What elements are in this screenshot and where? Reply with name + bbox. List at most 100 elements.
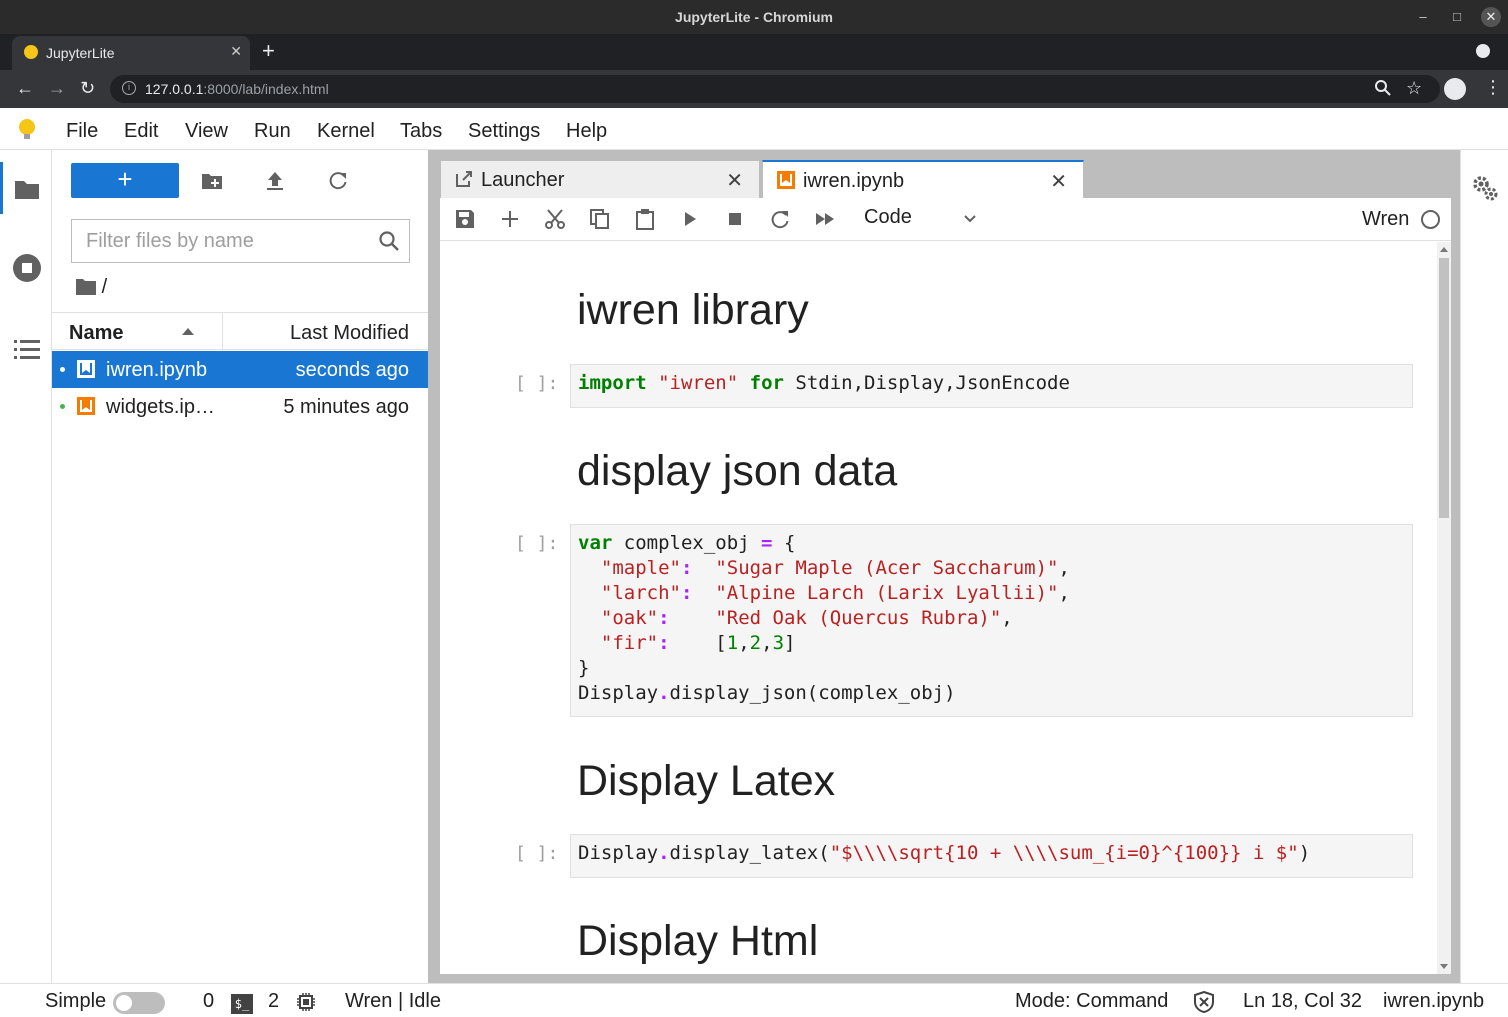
breadcrumb-root[interactable]: / bbox=[102, 276, 108, 298]
url-path: :8000/lab/index.html bbox=[203, 81, 329, 97]
kernel-status-text[interactable]: Wren | Idle bbox=[345, 990, 441, 1013]
copy-icon[interactable] bbox=[589, 208, 611, 230]
maximize-icon[interactable]: □ bbox=[1447, 7, 1467, 27]
column-divider[interactable] bbox=[222, 313, 223, 351]
notebook-mode[interactable]: Mode: Command bbox=[1015, 990, 1168, 1013]
jupyterlite-favicon-icon bbox=[24, 45, 38, 59]
paste-icon[interactable] bbox=[634, 208, 656, 230]
save-icon[interactable] bbox=[454, 208, 476, 230]
file-modified: seconds ago bbox=[295, 359, 409, 381]
tab-iwren-notebook[interactable]: iwren.ipynb ✕ bbox=[762, 160, 1084, 199]
code-cell-json[interactable]: var complex_obj = { "maple": "Sugar Mapl… bbox=[570, 524, 1413, 717]
back-arrow-icon[interactable]: ← bbox=[16, 78, 34, 99]
close-window-icon[interactable]: ✕ bbox=[1481, 7, 1501, 27]
folder-icon[interactable] bbox=[14, 178, 40, 200]
close-tab-icon[interactable]: ✕ bbox=[1050, 169, 1067, 194]
column-header-name[interactable]: Name bbox=[69, 322, 123, 345]
scrollbar-thumb[interactable] bbox=[1439, 258, 1449, 518]
file-row-iwren[interactable]: iwren.ipynb seconds ago bbox=[52, 351, 428, 388]
jupyterlite-logo-icon bbox=[19, 119, 35, 139]
property-inspector-gears-icon[interactable] bbox=[1471, 174, 1499, 202]
close-tab-icon[interactable]: ✕ bbox=[726, 168, 743, 193]
breadcrumb[interactable]: / bbox=[76, 276, 107, 299]
code-cell-latex[interactable]: Display.display_latex("$\\\\sqrt{10 + \\… bbox=[570, 834, 1413, 878]
new-launcher-button[interactable]: + bbox=[71, 163, 179, 198]
main-dock-area: Launcher ✕ iwren.ipynb ✕ Code Wren iwren… bbox=[440, 150, 1460, 983]
minimize-icon[interactable]: – bbox=[1413, 7, 1433, 27]
running-sessions-icon[interactable] bbox=[12, 253, 42, 283]
simple-mode-toggle[interactable] bbox=[113, 992, 165, 1014]
trust-shield-icon[interactable] bbox=[1193, 991, 1215, 1013]
file-filter-input[interactable] bbox=[73, 221, 363, 261]
upload-icon[interactable] bbox=[264, 170, 286, 192]
terminal-count[interactable]: 0 bbox=[203, 990, 214, 1013]
browser-menu-icon[interactable]: ⋮ bbox=[1484, 77, 1502, 98]
running-dot-icon bbox=[60, 367, 65, 372]
tab-search-icon[interactable] bbox=[1476, 44, 1490, 58]
new-folder-icon[interactable] bbox=[201, 170, 223, 192]
tab-label: iwren.ipynb bbox=[803, 170, 905, 192]
menu-help[interactable]: Help bbox=[566, 120, 607, 143]
notebook-panel: Code Wren iwren library [ ]: import "iwr… bbox=[440, 198, 1451, 974]
file-list-header: Name Last Modified bbox=[52, 312, 428, 351]
current-filename[interactable]: iwren.ipynb bbox=[1383, 990, 1484, 1013]
left-sidebar-strip bbox=[0, 150, 52, 983]
close-tab-icon[interactable]: ✕ bbox=[230, 43, 242, 60]
cell-type-select[interactable]: Code bbox=[864, 206, 912, 229]
cell-prompt: [ ]: bbox=[515, 533, 559, 554]
menu-view[interactable]: View bbox=[185, 120, 228, 143]
status-bar: Simple 0 $_ 2 Wren | Idle Mode: Command … bbox=[0, 983, 1508, 1017]
terminal-icon[interactable]: $_ bbox=[231, 994, 253, 1014]
forward-arrow-icon[interactable]: → bbox=[48, 78, 66, 99]
file-filter-box bbox=[71, 219, 410, 263]
table-of-contents-icon[interactable] bbox=[14, 338, 40, 360]
notebook-file-icon bbox=[77, 397, 95, 415]
bookmark-star-icon[interactable]: ☆ bbox=[1406, 78, 1422, 99]
kernel-chip-icon[interactable] bbox=[296, 992, 316, 1012]
menu-run[interactable]: Run bbox=[254, 120, 291, 143]
code-cell-import[interactable]: import "iwren" for Stdin,Display,JsonEnc… bbox=[570, 364, 1413, 408]
cell-prompt: [ ]: bbox=[515, 843, 559, 864]
refresh-icon[interactable] bbox=[327, 170, 349, 192]
notebook-file-icon bbox=[77, 360, 95, 378]
window-title-bar: JupyterLite - Chromium – □ ✕ bbox=[0, 0, 1508, 34]
cursor-position[interactable]: Ln 18, Col 32 bbox=[1243, 990, 1362, 1013]
toggle-knob bbox=[116, 995, 132, 1011]
zoom-icon[interactable] bbox=[1374, 79, 1392, 97]
search-icon bbox=[379, 231, 399, 251]
kernel-count[interactable]: 2 bbox=[268, 990, 279, 1013]
scroll-up-icon[interactable] bbox=[1440, 247, 1448, 252]
run-icon[interactable] bbox=[679, 208, 701, 230]
fast-forward-icon[interactable] bbox=[814, 208, 836, 230]
site-info-icon[interactable]: i bbox=[122, 81, 136, 95]
markdown-heading: display json data bbox=[577, 447, 898, 495]
scroll-down-icon[interactable] bbox=[1440, 964, 1448, 969]
panel-splitter[interactable] bbox=[428, 150, 440, 983]
cut-icon[interactable] bbox=[544, 208, 566, 230]
simple-mode-label: Simple bbox=[45, 990, 107, 1012]
stop-icon[interactable] bbox=[724, 208, 746, 230]
notebook-scrollbar[interactable] bbox=[1437, 242, 1451, 974]
menu-settings[interactable]: Settings bbox=[468, 120, 540, 143]
new-tab-icon[interactable]: + bbox=[262, 40, 275, 62]
chevron-down-icon[interactable] bbox=[963, 212, 977, 226]
insert-cell-icon[interactable] bbox=[499, 208, 521, 230]
tab-launcher[interactable]: Launcher ✕ bbox=[440, 160, 760, 198]
sort-ascending-icon bbox=[182, 328, 194, 335]
column-header-last-modified[interactable]: Last Modified bbox=[290, 322, 409, 345]
profile-avatar-icon[interactable] bbox=[1444, 78, 1466, 100]
menu-file[interactable]: File bbox=[66, 120, 98, 143]
file-row-widgets[interactable]: widgets.ip… 5 minutes ago bbox=[52, 388, 428, 425]
restart-icon[interactable] bbox=[769, 208, 791, 230]
reload-icon[interactable]: ↻ bbox=[80, 78, 95, 99]
menu-edit[interactable]: Edit bbox=[124, 120, 158, 143]
kernel-name[interactable]: Wren bbox=[1362, 208, 1409, 231]
kernel-status-icon bbox=[1421, 210, 1440, 229]
menu-tabs[interactable]: Tabs bbox=[400, 120, 442, 143]
breadcrumb-folder-icon[interactable] bbox=[76, 278, 96, 295]
url-bar[interactable]: i 127.0.0.1:8000/lab/index.html bbox=[110, 75, 1440, 103]
markdown-heading: Display Latex bbox=[577, 757, 836, 805]
browser-tab[interactable]: JupyterLite ✕ bbox=[12, 36, 250, 70]
tab-label: Launcher bbox=[481, 169, 565, 191]
menu-kernel[interactable]: Kernel bbox=[317, 120, 375, 143]
